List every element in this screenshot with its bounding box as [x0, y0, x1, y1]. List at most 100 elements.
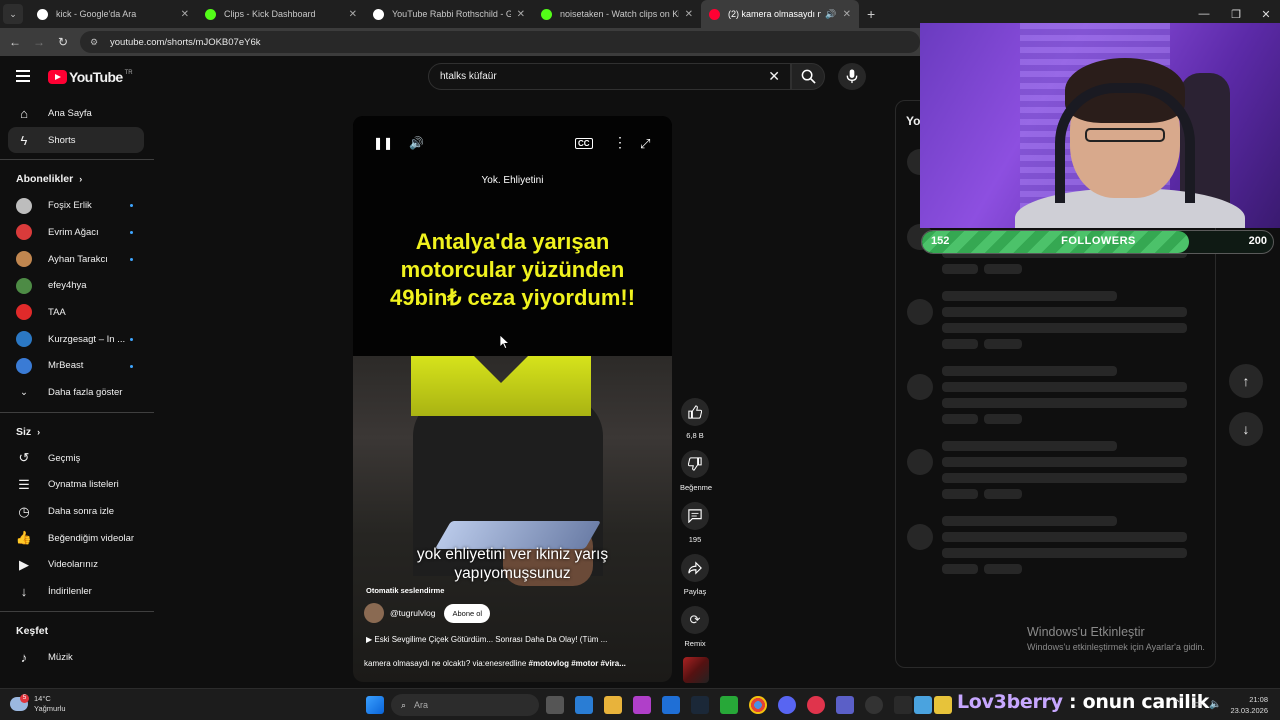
sidebar-item[interactable]: Evrim Ağacı [0, 219, 154, 246]
sidebar-item[interactable]: efey4hya [0, 272, 154, 299]
like-button[interactable] [681, 398, 709, 426]
tray-expand-icon[interactable]: ⌃ [1173, 699, 1181, 710]
site-info-icon[interactable]: ⚙ [90, 37, 102, 47]
skeleton-line [984, 414, 1022, 424]
browser-tab[interactable]: Clips - Kick Dashboard ✕ [197, 0, 365, 28]
next-short-button[interactable]: ↓ [1229, 412, 1263, 446]
previous-short-button[interactable]: ↑ [1229, 364, 1263, 398]
channel-name[interactable]: @tugrulvlog [390, 608, 435, 618]
app-icon[interactable] [914, 696, 932, 714]
browser-tab[interactable]: (2) kamera olmasaydı ne ol🔊 ✕ [701, 0, 859, 28]
browser-tab[interactable]: kick - Google'da Ara ✕ [29, 0, 197, 28]
skeleton-line [942, 564, 978, 574]
sidebar-item[interactable]: ⌂ Ana Sayfa [0, 100, 154, 127]
store-icon[interactable] [633, 696, 651, 714]
comments-action[interactable]: 195 [680, 502, 710, 544]
sidebar-item[interactable]: ◷ Daha sonra izle [0, 498, 154, 525]
app-icon[interactable] [894, 696, 912, 714]
you-header[interactable]: Siz › [0, 419, 154, 445]
sidebar-item[interactable]: 👍 Beğendiğim videolar [0, 525, 154, 552]
media-player-icon[interactable] [807, 696, 825, 714]
forward-button[interactable]: → [27, 35, 51, 49]
obs-icon[interactable] [865, 696, 883, 714]
like-action[interactable]: 6,8 B [680, 398, 710, 440]
home-icon: ⌂ [20, 105, 28, 121]
teams-icon[interactable] [836, 696, 854, 714]
skeleton-line [942, 366, 1117, 376]
new-tab-button[interactable]: + [867, 6, 875, 22]
sound-thumbnail[interactable] [683, 657, 709, 683]
tab-audio-icon[interactable]: 🔊 [825, 9, 836, 20]
sidebar-item[interactable]: ♪ Müzik [0, 644, 154, 671]
browser-tab[interactable]: noisetaken - Watch clips on Kic ✕ [533, 0, 701, 28]
xbox-icon[interactable] [720, 696, 738, 714]
system-clock[interactable]: 21:08 23.03.2026 [1228, 694, 1268, 716]
dislike-action[interactable]: Beğenme [680, 450, 712, 492]
steam-icon[interactable] [691, 696, 709, 714]
clear-search-icon[interactable]: ✕ [768, 68, 780, 85]
show-more-button[interactable]: ⌄ Daha fazla göster [0, 379, 154, 406]
shorts-video-player[interactable]: ❚❚ 🔊 CC ⋮ ⤢ Yok. Ehliyetini Antalya'da y… [353, 116, 672, 682]
sidebar-item-label: Shorts [48, 134, 76, 146]
fullscreen-icon[interactable]: ⤢ [640, 136, 650, 152]
dislike-button[interactable] [681, 450, 709, 478]
close-tab-icon[interactable]: ✕ [181, 9, 189, 20]
start-icon[interactable] [366, 696, 384, 714]
captions-icon[interactable]: CC [575, 138, 593, 149]
voice-search-button[interactable] [838, 63, 866, 90]
mail-icon[interactable] [662, 696, 680, 714]
description-hashtags: #motovlog #motor #vira... [528, 659, 626, 668]
subscriptions-header[interactable]: Abonelikler › [0, 166, 154, 192]
comments-button[interactable] [681, 502, 709, 530]
sidebar-item[interactable]: TAA [0, 299, 154, 326]
sidebar-item[interactable]: MrBeast [0, 353, 154, 380]
subscribe-button[interactable]: Abone ol [444, 603, 491, 623]
close-tab-icon[interactable]: ✕ [349, 9, 357, 20]
app-icon[interactable] [934, 696, 952, 714]
tab-search-button[interactable]: ⌄ [3, 4, 23, 24]
search-button[interactable] [791, 63, 825, 90]
close-tab-icon[interactable]: ✕ [843, 9, 851, 20]
discord-icon[interactable] [778, 696, 796, 714]
volume-icon[interactable]: 🔊 [409, 136, 424, 150]
sidebar-item[interactable]: Foşix Erlik [0, 192, 154, 219]
sidebar-item[interactable]: ☰ Oynatma listeleri [0, 472, 154, 499]
remix-button[interactable]: ⟳ [681, 606, 709, 634]
sidebar-item[interactable]: ↺ Geçmiş [0, 445, 154, 472]
address-bar[interactable]: ⚙ youtube.com/shorts/mJOKB07eY6k [80, 31, 920, 53]
weather-widget[interactable]: 5 14°C Yağmurlu [10, 694, 66, 714]
share-icon [688, 561, 702, 575]
channel-avatar[interactable] [364, 603, 384, 623]
remix-action[interactable]: ⟳ Remix [680, 606, 710, 648]
linked-video[interactable]: ▶ Eski Sevgilime Çiçek Götürdüm... Sonra… [366, 635, 666, 644]
search-input[interactable]: htalks küfaür ✕ [428, 63, 791, 90]
pause-icon[interactable]: ❚❚ [373, 136, 393, 150]
taskbar-search[interactable]: ⌕ Ara [391, 694, 539, 716]
close-tab-icon[interactable]: ✕ [517, 9, 525, 20]
skeleton-line [942, 323, 1187, 333]
more-options-icon[interactable]: ⋮ [613, 134, 627, 151]
reload-button[interactable]: ↻ [51, 35, 75, 49]
network-icon[interactable]: ▭ [1192, 699, 1201, 710]
menu-icon[interactable] [16, 70, 30, 82]
sidebar-item[interactable]: ▶ Videolarınız [0, 552, 154, 579]
youtube-logo[interactable]: YouTube TR [48, 69, 133, 85]
sidebar-item[interactable]: Kurzgesagt – In ... [0, 326, 154, 353]
sidebar-item[interactable]: Ayhan Tarakcı [0, 246, 154, 273]
sidebar: ⌂ Ana Sayfa ϟ Shorts Abonelikler › Foşix Erl… [0, 100, 154, 671]
browser-tab[interactable]: YouTube Rabbi Rothschild - Go ✕ [365, 0, 533, 28]
comment-icon [688, 509, 702, 523]
sidebar-divider [0, 411, 154, 413]
share-action[interactable]: Paylaş [680, 554, 710, 596]
back-button[interactable]: ← [3, 35, 27, 49]
speaker-icon[interactable]: 🔈 [1209, 699, 1221, 710]
file-explorer-icon[interactable] [604, 696, 622, 714]
widgets-icon[interactable] [575, 696, 593, 714]
sidebar-item[interactable]: ϟ Shorts [8, 126, 144, 154]
task-view-icon[interactable] [546, 696, 564, 714]
sidebar-item[interactable]: ↓ İndirilenler [0, 578, 154, 605]
chrome-icon[interactable] [749, 696, 767, 714]
share-button[interactable] [681, 554, 709, 582]
close-tab-icon[interactable]: ✕ [685, 9, 693, 20]
video-description[interactable]: kamera olmasaydı ne olcaktı? via:enesred… [364, 659, 664, 668]
